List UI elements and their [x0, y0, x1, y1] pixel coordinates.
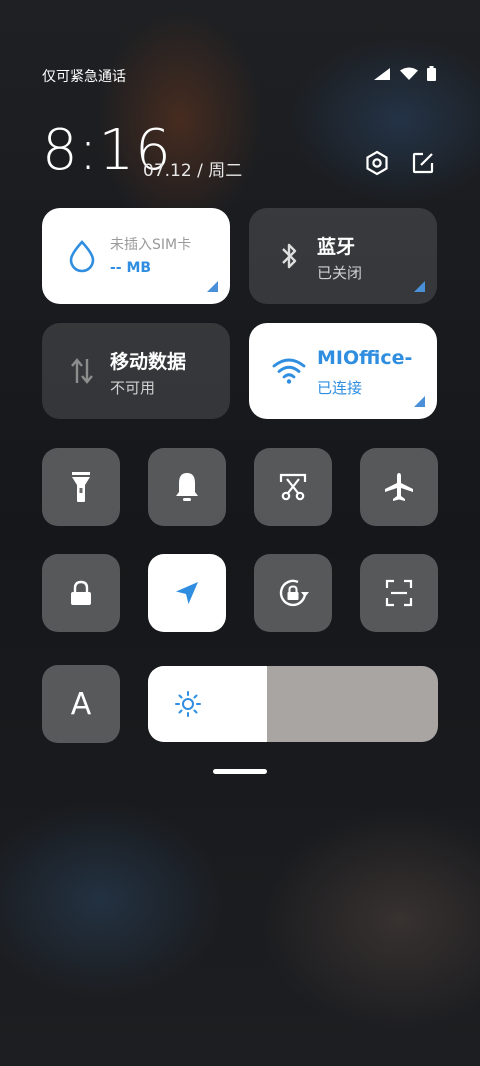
settings-icon [366, 150, 388, 176]
wifi-icon [271, 353, 307, 389]
data-usage-title: 未插入SIM卡 [110, 237, 192, 253]
bluetooth-icon [271, 238, 307, 274]
scissors-icon [279, 473, 307, 501]
flashlight-icon [72, 472, 90, 502]
water-drop-icon [64, 238, 100, 274]
data-usage-tile[interactable]: 未插入SIM卡 -- MB [42, 208, 230, 304]
airplane-toggle[interactable] [360, 448, 438, 526]
lock-icon [71, 580, 91, 605]
bell-icon [176, 473, 198, 501]
lock-screen-toggle[interactable] [42, 554, 120, 632]
brightness-slider[interactable] [148, 666, 438, 742]
location-arrow-icon [176, 582, 198, 604]
data-usage-value: -- MB [110, 260, 152, 276]
expand-corner[interactable] [414, 396, 425, 407]
mobile-data-title: 移动数据 [110, 351, 187, 373]
panel-handle[interactable] [213, 769, 267, 774]
bluetooth-title: 蓝牙 [317, 236, 356, 258]
auto-brightness-label: A [70, 686, 92, 722]
expand-corner[interactable] [414, 281, 425, 292]
rotation-lock-icon [279, 579, 309, 607]
wifi-icon [400, 67, 418, 80]
status-icons [373, 66, 436, 81]
auto-brightness-toggle[interactable]: A [42, 665, 120, 743]
wifi-title: MIOffice- [317, 347, 413, 369]
scanner-toggle[interactable] [360, 554, 438, 632]
wifi-tile[interactable]: MIOffice- 已连接 [249, 323, 437, 419]
brightness-fill [148, 666, 267, 742]
location-toggle[interactable] [148, 554, 226, 632]
signal-icon [374, 67, 390, 80]
mobile-data-tile[interactable]: 移动数据 不可用 [42, 323, 230, 419]
scan-icon [385, 579, 413, 607]
mute-toggle[interactable] [148, 448, 226, 526]
settings-button[interactable] [362, 148, 392, 178]
edit-icon [412, 152, 434, 174]
date: 07.12 / 周二 [143, 161, 243, 181]
airplane-icon [385, 473, 413, 501]
flashlight-toggle[interactable] [42, 448, 120, 526]
screenshot-toggle[interactable] [254, 448, 332, 526]
mobile-data-icon [64, 353, 100, 389]
wifi-status: 已连接 [317, 379, 363, 397]
edit-button[interactable] [408, 148, 438, 178]
rotation-lock-toggle[interactable] [254, 554, 332, 632]
battery-icon [427, 66, 436, 81]
carrier-status: 仅可紧急通话 [42, 69, 126, 85]
bluetooth-status: 已关闭 [317, 264, 363, 282]
sun-icon [175, 691, 201, 717]
mobile-data-status: 不可用 [110, 379, 156, 397]
expand-corner[interactable] [207, 281, 218, 292]
bluetooth-tile[interactable]: 蓝牙 已关闭 [249, 208, 437, 304]
